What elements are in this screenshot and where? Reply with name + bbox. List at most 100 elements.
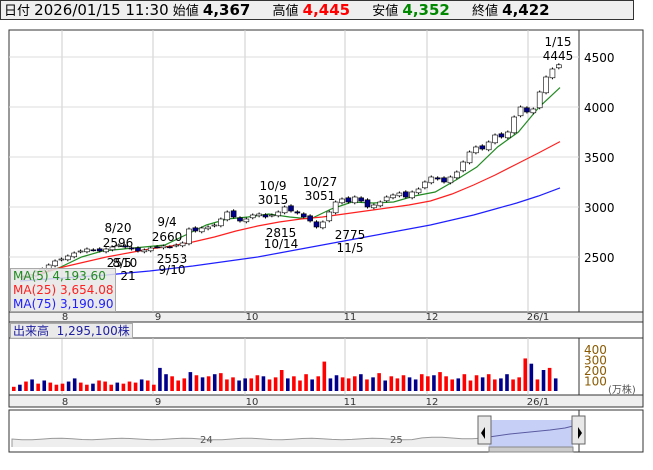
volume-bar [292,376,296,391]
volume-bar [462,374,467,391]
volume-bar [200,377,205,391]
volume-unit: (万株) [608,383,636,396]
candle-body [524,107,530,113]
candle-body [536,91,543,109]
volume-bar [529,363,534,391]
candle-body [192,227,199,232]
volume-bar [219,373,223,391]
volume-bar [24,381,28,391]
volume-bar [66,381,71,391]
volume-bar [139,379,144,391]
candle-body [339,198,345,204]
month-label: 12 [426,312,439,323]
volume-bar [231,377,235,391]
candle-body [224,211,231,221]
volume-bar [152,384,156,391]
volume-bar [474,375,479,391]
annotation-value: 2553 [157,252,188,266]
annotation-date: 10/27 [303,175,338,189]
candle-body [504,131,511,139]
volume-bar [322,361,327,391]
volume-bar [72,378,77,391]
candle-body [313,221,320,228]
volume-bar [42,380,47,391]
volume-tick: 100 [584,375,607,389]
annotation-value: 3051 [305,189,336,203]
month-label: 8 [62,397,68,408]
candle-body [307,215,313,222]
volume-bar [371,377,375,391]
candle-body [371,204,377,209]
candle-body [84,248,90,253]
volume-bar [438,372,442,391]
volume-bar [36,383,40,391]
annotation-value: 4445 [543,49,574,63]
volume-bar [511,379,515,391]
volume-bar [182,378,187,391]
volume-bar [237,380,241,391]
volume-bar [401,375,406,391]
candle-body [173,244,180,247]
volume-bar [30,379,34,391]
candle-body [549,68,556,79]
candle-body [485,141,492,151]
volume-bar [121,383,126,391]
candle-body [556,64,562,69]
volume-bar [261,376,266,391]
volume-bar [18,384,22,391]
volume-bar [450,379,454,391]
month-label: 10 [246,312,259,323]
candle-body [281,206,288,214]
candle-body [135,247,141,252]
volume-bar [267,379,272,391]
candle-body [492,134,498,144]
month-label: 11 [344,397,357,408]
volume-bar [164,374,168,391]
candle-body [243,218,250,223]
volume-bar [541,370,546,391]
ma25-value: 3,654.08 [60,283,114,297]
price-tick: 2500 [584,251,615,265]
candle-body [453,171,460,179]
volume-bar [426,376,430,391]
volume-bar [103,381,107,391]
volume-bar [85,384,89,391]
volume-bar [133,382,138,391]
candle-body [396,192,403,197]
candle-body [237,217,243,222]
volume-bar [486,374,491,391]
volume-bar [346,378,351,391]
volume-bar [176,380,180,391]
candle-body [256,213,262,217]
volume-bar [298,380,302,391]
volume-value: 1,295,100株 [56,324,130,338]
candle-body [434,177,441,180]
volume-bar [115,382,120,391]
annotation-date: 10/9 [260,179,287,193]
candle-body [460,161,466,172]
candle-body [294,211,301,214]
annotation-date: 1/15 [545,35,572,49]
candle-body [230,210,237,218]
candle-body [479,145,486,150]
candle-body [198,227,205,233]
volume-bar [340,377,345,391]
ma75-label: MA(75) [13,297,57,311]
month-label: 11 [344,312,357,323]
candle-body [326,211,333,222]
candle-body [441,177,447,183]
candle-body [300,213,307,218]
candle-body [52,260,58,267]
candle-body [364,199,371,208]
candle-body [428,176,435,184]
candle-body [154,246,160,249]
ma-legend: MA(5) 4,193.60 MA(25) 3,654.08 MA(75) 3,… [10,268,117,312]
annotation-date: 9/4 [157,215,176,229]
volume-bar [212,374,217,391]
volume-bar [279,370,284,391]
candle-body [71,252,77,258]
candle-body [377,201,384,207]
volume-bar [78,382,83,391]
navigator-scrollbar [488,446,574,453]
candle-body [147,247,154,252]
